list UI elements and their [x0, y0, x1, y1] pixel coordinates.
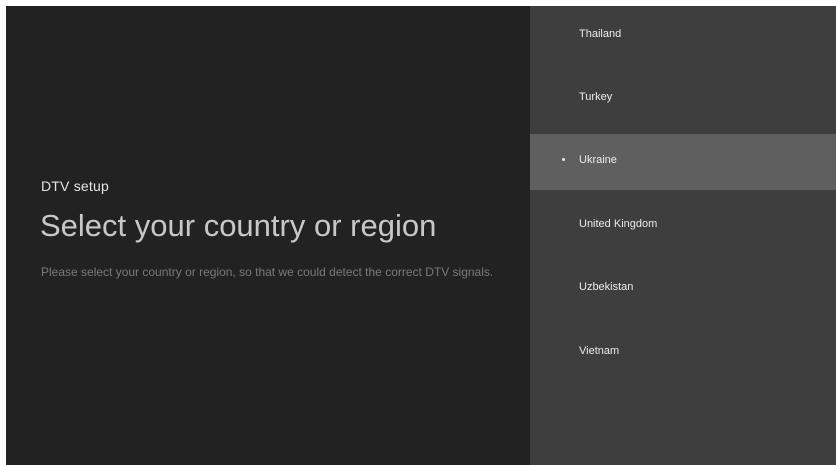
page-description: Please select your country or region, so…: [41, 265, 494, 279]
page-title: Select your country or region: [40, 208, 437, 243]
country-item-uzbekistan[interactable]: Uzbekistan: [530, 261, 836, 317]
selected-bullet-icon: [562, 158, 565, 161]
country-label: Ukraine: [579, 154, 617, 166]
country-item-turkey[interactable]: Turkey: [530, 71, 836, 127]
country-item-thailand[interactable]: Thailand: [530, 8, 836, 64]
info-pane: DTV setup Select your country or region …: [6, 6, 530, 465]
section-label: DTV setup: [41, 178, 109, 194]
country-item-vietnam[interactable]: Vietnam: [530, 325, 836, 381]
country-label: Uzbekistan: [579, 281, 634, 293]
country-item-united-kingdom[interactable]: United Kingdom: [530, 198, 836, 254]
country-list-pane: Thailand Turkey Ukraine United Kingdom U…: [530, 6, 836, 465]
country-label: Thailand: [579, 28, 622, 40]
tv-screen: DTV setup Select your country or region …: [6, 6, 836, 465]
country-label: Vietnam: [579, 345, 620, 357]
country-label: United Kingdom: [579, 218, 658, 230]
country-item-ukraine[interactable]: Ukraine: [530, 134, 836, 190]
country-label: Turkey: [579, 91, 613, 103]
